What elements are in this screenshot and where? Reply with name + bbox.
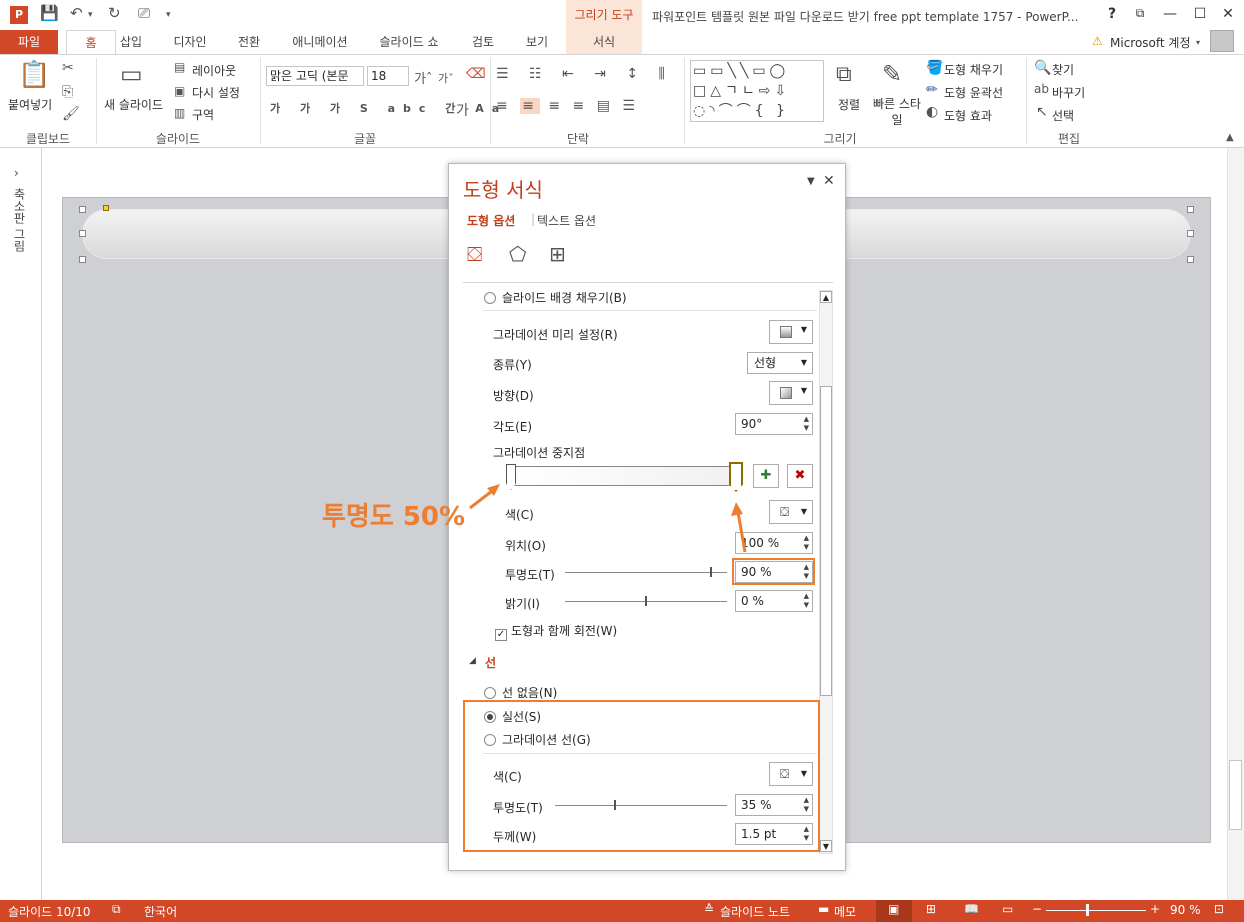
comments-button[interactable]: 메모 <box>834 903 856 920</box>
annotation-arrows <box>469 484 747 553</box>
normal-view-icon[interactable]: ▣ <box>888 902 899 916</box>
slide-count: 슬라이드 10/10 <box>8 905 91 919</box>
slide-sorter-icon[interactable]: ⊞ <box>926 902 936 916</box>
reading-view-icon[interactable]: 📖 <box>964 902 979 916</box>
zoom-level[interactable]: 90 % <box>1170 903 1201 917</box>
slideshow-view-icon[interactable]: ▭ <box>1002 902 1013 916</box>
zoom-slider[interactable] <box>1046 910 1146 911</box>
zoom-slider-thumb[interactable] <box>1086 904 1089 916</box>
language-indicator[interactable]: 한국어 <box>144 903 177 920</box>
notes-icon: ≙ <box>704 902 715 916</box>
annotation-arrow-up <box>736 511 747 553</box>
status-bar <box>0 900 1244 922</box>
zoom-in-icon[interactable]: + <box>1150 902 1160 916</box>
fit-slide-icon[interactable]: ⊡ <box>1214 902 1224 916</box>
comments-icon: ▬ <box>818 902 830 916</box>
notes-button[interactable]: 슬라이드 노트 <box>720 903 790 920</box>
spelling-icon[interactable]: ⧉ <box>112 902 121 917</box>
annotation-arrowhead <box>731 502 743 516</box>
zoom-out-icon[interactable]: − <box>1032 902 1042 916</box>
